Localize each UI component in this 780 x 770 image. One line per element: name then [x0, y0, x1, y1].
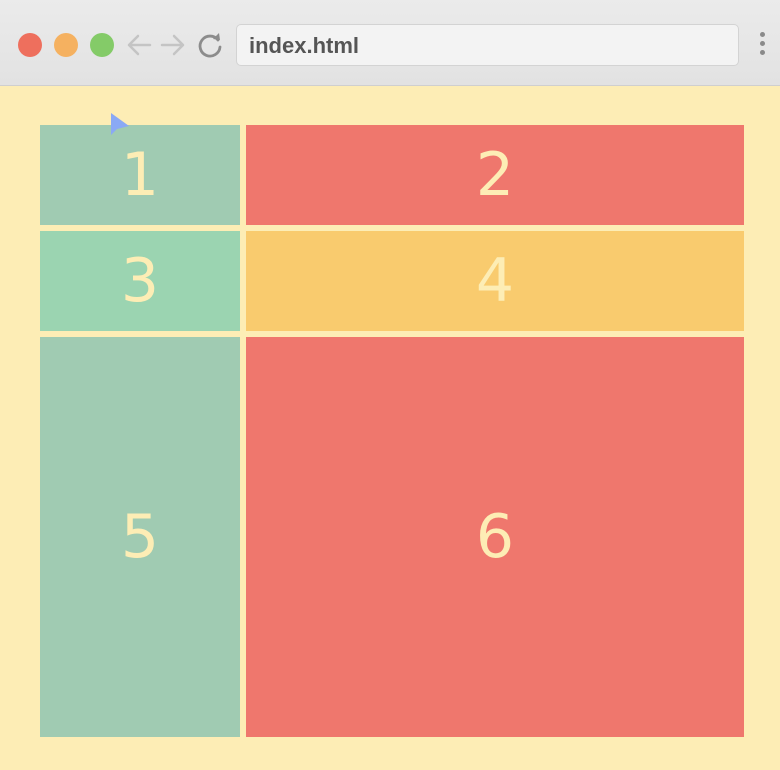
grid-item-1: 1 — [40, 125, 240, 225]
grid-item-4: 4 — [246, 231, 744, 331]
grid-item-2: 2 — [246, 125, 744, 225]
more-options-icon[interactable] — [756, 32, 768, 60]
address-bar[interactable]: index.html — [236, 24, 739, 66]
minimize-window-button[interactable] — [54, 33, 78, 57]
grid-item-3: 3 — [40, 231, 240, 331]
maximize-window-button[interactable] — [90, 33, 114, 57]
grid-item-5: 5 — [40, 337, 240, 737]
page-viewport: 1 2 3 4 5 6 — [0, 86, 780, 770]
close-window-button[interactable] — [18, 33, 42, 57]
browser-toolbar: index.html — [0, 0, 780, 86]
grid-item-6: 6 — [246, 337, 744, 737]
reload-icon[interactable] — [195, 30, 225, 60]
back-arrow-icon[interactable] — [124, 30, 154, 60]
mouse-cursor-icon — [110, 112, 132, 138]
grid-container: 1 2 3 4 5 6 — [40, 125, 744, 737]
forward-arrow-icon[interactable] — [158, 30, 188, 60]
